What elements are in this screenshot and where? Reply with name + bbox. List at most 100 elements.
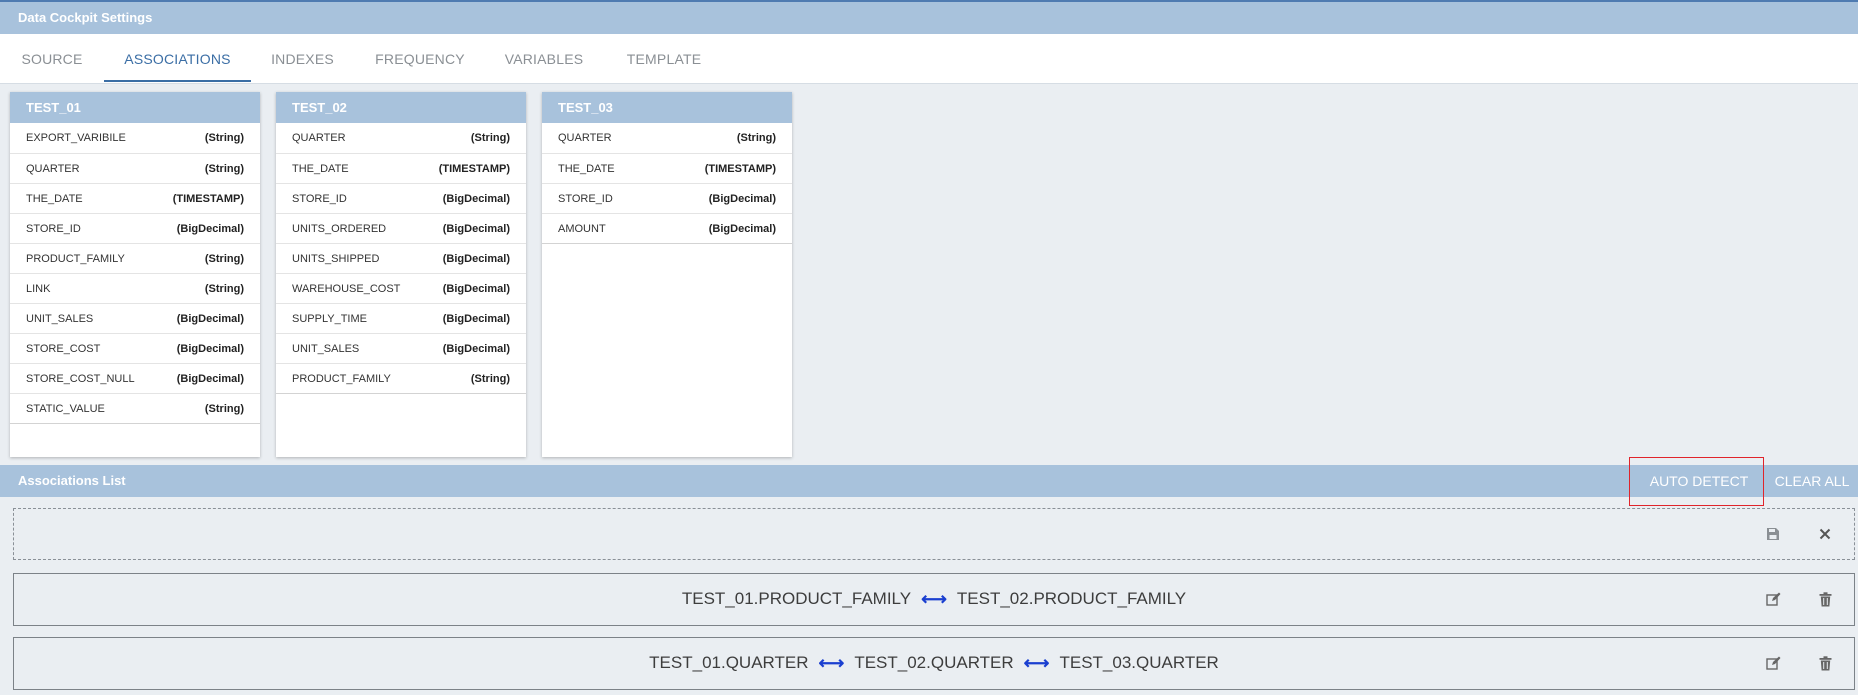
- field-name: UNITS_SHIPPED: [292, 253, 380, 265]
- field-name: QUARTER: [558, 132, 612, 144]
- field-type: (BigDecimal): [442, 223, 510, 235]
- field-row[interactable]: WAREHOUSE_COST (BigDecimal): [276, 273, 526, 303]
- close-icon[interactable]: [1814, 523, 1836, 545]
- field-row[interactable]: PRODUCT_FAMILY (String): [10, 243, 260, 273]
- field-name: STATIC_VALUE: [26, 403, 105, 415]
- double-arrow-icon: ⟷: [1023, 652, 1050, 673]
- field-row[interactable]: STATIC_VALUE (String): [10, 393, 260, 423]
- field-row[interactable]: QUARTER (String): [10, 153, 260, 183]
- field-type: (BigDecimal): [708, 193, 776, 205]
- double-arrow-icon: ⟷: [921, 588, 947, 609]
- field-row[interactable]: UNITS_ORDERED (BigDecimal): [276, 213, 526, 243]
- association-fields: TEST_01.QUARTER ⟷ TEST_02.QUARTER ⟷ TEST_03.…: [14, 638, 1854, 688]
- edit-icon[interactable]: [1762, 652, 1784, 674]
- field-list: EXPORT_VARIBILE (String) QUARTER (String) TH…: [10, 123, 260, 424]
- field-type: (String): [204, 132, 244, 144]
- association-field: TEST_02.QUARTER: [854, 653, 1014, 672]
- association-fields: TEST_01.PRODUCT_FAMILY ⟷ TEST_02.PRODUCT_F…: [14, 574, 1854, 624]
- field-name: QUARTER: [292, 132, 346, 144]
- field-name: UNIT_SALES: [292, 343, 360, 355]
- edit-icon[interactable]: [1762, 588, 1784, 610]
- tab-associations[interactable]: ASSOCIATIONS: [104, 34, 251, 84]
- field-type: (String): [470, 132, 510, 144]
- field-type: (BigDecimal): [442, 343, 510, 355]
- field-type: (BigDecimal): [442, 283, 510, 295]
- field-row[interactable]: STORE_ID (BigDecimal): [10, 213, 260, 243]
- table-card-title: TEST_01: [10, 92, 260, 123]
- field-row[interactable]: STORE_COST_NULL (BigDecimal): [10, 363, 260, 393]
- tab-source[interactable]: SOURCE: [0, 34, 104, 84]
- field-name: UNIT_SALES: [26, 313, 94, 325]
- table-card-title: TEST_03: [542, 92, 792, 123]
- field-type: (String): [204, 403, 244, 415]
- field-row[interactable]: STORE_ID (BigDecimal): [542, 183, 792, 213]
- field-type: (String): [204, 163, 244, 175]
- field-type: (BigDecimal): [176, 223, 244, 235]
- field-type: (BigDecimal): [176, 373, 244, 385]
- field-row[interactable]: UNIT_SALES (BigDecimal): [10, 303, 260, 333]
- field-type: (TIMESTAMP): [704, 163, 776, 175]
- field-type: (BigDecimal): [708, 223, 776, 235]
- tab-template[interactable]: TEMPLATE: [602, 34, 726, 84]
- trash-icon[interactable]: [1814, 588, 1836, 610]
- field-row[interactable]: UNITS_SHIPPED (BigDecimal): [276, 243, 526, 273]
- field-type: (BigDecimal): [442, 313, 510, 325]
- field-row[interactable]: EXPORT_VARIBILE (String): [10, 123, 260, 153]
- association-row[interactable]: TEST_01.QUARTER ⟷ TEST_02.QUARTER ⟷ TEST_03.…: [13, 637, 1855, 690]
- field-name: QUARTER: [26, 163, 80, 175]
- field-type: (TIMESTAMP): [438, 163, 510, 175]
- field-name: WAREHOUSE_COST: [292, 283, 401, 295]
- field-row[interactable]: PRODUCT_FAMILY (String): [276, 363, 526, 393]
- auto-detect-button[interactable]: AUTO DETECT: [1636, 465, 1762, 497]
- field-name: STORE_ID: [292, 193, 347, 205]
- field-name: AMOUNT: [558, 223, 606, 235]
- field-row[interactable]: LINK (String): [10, 273, 260, 303]
- field-type: (BigDecimal): [176, 343, 244, 355]
- field-name: SUPPLY_TIME: [292, 313, 367, 325]
- app-header: Data Cockpit Settings: [0, 0, 1858, 34]
- field-row[interactable]: STORE_ID (BigDecimal): [276, 183, 526, 213]
- field-list: QUARTER (String) THE_DATE (TIMESTAMP) STORE_…: [542, 123, 792, 244]
- table-card: TEST_02 QUARTER (String) THE_DATE (TIMESTAMP…: [276, 92, 526, 457]
- field-name: LINK: [26, 283, 51, 295]
- tab-bar: SOURCE ASSOCIATIONS INDEXES FREQUENCY VA…: [0, 34, 1858, 84]
- save-icon[interactable]: [1762, 523, 1784, 545]
- association-row[interactable]: TEST_01.PRODUCT_FAMILY ⟷ TEST_02.PRODUCT_F…: [13, 573, 1855, 626]
- field-row[interactable]: UNIT_SALES (BigDecimal): [276, 333, 526, 363]
- field-row[interactable]: QUARTER (String): [276, 123, 526, 153]
- table-card: TEST_03 QUARTER (String) THE_DATE (TIMESTAMP…: [542, 92, 792, 457]
- tab-variables[interactable]: VARIABLES: [486, 34, 602, 84]
- field-type: (String): [736, 132, 776, 144]
- field-type: (TIMESTAMP): [172, 193, 244, 205]
- page-title: Data Cockpit Settings: [18, 10, 153, 25]
- association-field: TEST_02.PRODUCT_FAMILY: [956, 589, 1187, 608]
- field-row[interactable]: AMOUNT (BigDecimal): [542, 213, 792, 243]
- clear-all-button[interactable]: CLEAR ALL: [1770, 465, 1854, 497]
- association-field: TEST_01.QUARTER: [649, 653, 809, 672]
- associations-title: Associations List: [18, 473, 126, 488]
- field-row[interactable]: SUPPLY_TIME (BigDecimal): [276, 303, 526, 333]
- field-name: THE_DATE: [558, 163, 615, 175]
- field-row[interactable]: STORE_COST (BigDecimal): [10, 333, 260, 363]
- new-association-dropzone[interactable]: [13, 508, 1855, 560]
- field-row[interactable]: THE_DATE (TIMESTAMP): [10, 183, 260, 213]
- table-card: TEST_01 EXPORT_VARIBILE (String) QUARTER (St…: [10, 92, 260, 457]
- field-row[interactable]: THE_DATE (TIMESTAMP): [276, 153, 526, 183]
- field-type: (String): [204, 253, 244, 265]
- field-name: PRODUCT_FAMILY: [26, 253, 125, 265]
- active-tab-indicator: [104, 80, 251, 82]
- trash-icon[interactable]: [1814, 652, 1836, 674]
- tab-indexes[interactable]: INDEXES: [251, 34, 354, 84]
- field-name: STORE_ID: [26, 223, 81, 235]
- associations-header: Associations List AUTO DETECT CLEAR ALL: [0, 465, 1858, 497]
- field-type: (String): [470, 373, 510, 385]
- field-row[interactable]: THE_DATE (TIMESTAMP): [542, 153, 792, 183]
- field-name: STORE_ID: [558, 193, 613, 205]
- double-arrow-icon: ⟷: [818, 652, 845, 673]
- association-field: TEST_03.QUARTER: [1059, 653, 1219, 672]
- tab-frequency[interactable]: FREQUENCY: [354, 34, 486, 84]
- field-row[interactable]: QUARTER (String): [542, 123, 792, 153]
- field-list: QUARTER (String) THE_DATE (TIMESTAMP) STORE_…: [276, 123, 526, 394]
- field-name: THE_DATE: [26, 193, 83, 205]
- field-name: UNITS_ORDERED: [292, 223, 387, 235]
